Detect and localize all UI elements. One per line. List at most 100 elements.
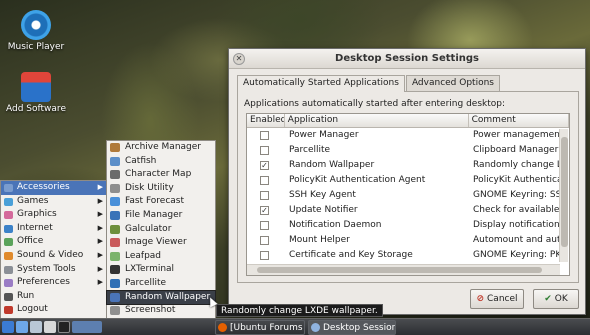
workspace-switcher[interactable] <box>72 321 102 333</box>
submenu-arrow-icon: ▶ <box>97 196 103 205</box>
submenu-item-label: Fast Forecast <box>125 196 185 207</box>
table-row[interactable]: Mount Helper Automount and autor <box>247 233 569 248</box>
music-player-icon <box>21 10 51 40</box>
enabled-cell: ✓ <box>247 158 285 173</box>
table-row[interactable]: Notification Daemon Display notifications <box>247 218 569 233</box>
submenu-item-character-map[interactable]: Character Map <box>107 168 215 182</box>
enabled-cell <box>247 218 285 233</box>
menu-item-label: System Tools <box>17 263 76 274</box>
taskbar-task-firefox[interactable]: [Ubuntu Forums - ... <box>215 320 305 335</box>
menu-item-run[interactable]: Run <box>1 290 107 304</box>
horizontal-scrollbar[interactable] <box>247 264 560 275</box>
ok-button[interactable]: ✔ OK <box>533 289 579 309</box>
submenu-item-image-viewer[interactable]: Image Viewer <box>107 236 215 250</box>
enabled-checkbox[interactable] <box>260 131 269 140</box>
submenu-item-leafpad[interactable]: Leafpad <box>107 250 215 264</box>
horizontal-scroll-thumb[interactable] <box>257 267 542 273</box>
enabled-checkbox[interactable] <box>260 236 269 245</box>
submenu-item-lxterminal[interactable]: LXTerminal <box>107 263 215 277</box>
submenu-item-file-manager[interactable]: File Manager <box>107 209 215 223</box>
games-icon <box>4 197 13 206</box>
submenu-item-random-wallpaper[interactable]: Random Wallpaper <box>106 289 216 306</box>
enabled-checkbox[interactable]: ✓ <box>260 161 269 170</box>
menu-item-office[interactable]: Office ▶ <box>1 235 107 249</box>
enabled-checkbox[interactable] <box>260 251 269 260</box>
firefox-icon <box>218 323 227 332</box>
start-menu-icon[interactable] <box>2 321 14 333</box>
submenu-item-label: File Manager <box>125 209 183 220</box>
comment-cell: PolicyKit Authentica <box>473 175 560 185</box>
enabled-checkbox[interactable] <box>260 191 269 200</box>
cancel-icon: ⊘ <box>476 294 485 304</box>
file-manager-launcher-icon[interactable] <box>30 321 42 333</box>
table-row[interactable]: Certificate and Key Storage GNOME Keyring… <box>247 248 569 263</box>
table-row[interactable]: Power Manager Power management f <box>247 128 569 143</box>
vertical-scroll-thumb[interactable] <box>561 137 568 247</box>
table-row[interactable]: Parcellite Clipboard Manager <box>247 143 569 158</box>
submenu-item-galculator[interactable]: Galculator <box>107 223 215 237</box>
menu-item-graphics[interactable]: Graphics ▶ <box>1 208 107 222</box>
taskbar-task-session-settings[interactable]: Desktop Session S... <box>308 320 396 335</box>
ok-icon: ✔ <box>544 294 552 304</box>
table-row[interactable]: SSH Key Agent GNOME Keyring: SSH <box>247 188 569 203</box>
column-header-application[interactable]: Application <box>285 114 469 127</box>
menu-item-label: Games <box>17 195 49 206</box>
dialog-titlebar[interactable]: ✕ Desktop Session Settings <box>229 49 585 69</box>
leafpad-icon <box>110 251 120 261</box>
submenu-arrow-icon: ▶ <box>97 210 103 219</box>
enabled-checkbox[interactable] <box>260 221 269 230</box>
cancel-button[interactable]: ⊘ Cancel <box>470 289 524 309</box>
enabled-checkbox[interactable]: ✓ <box>260 206 269 215</box>
sound-video-icon <box>4 251 13 260</box>
submenu-item-label: Leafpad <box>125 250 162 261</box>
submenu-item-catfish[interactable]: Catfish <box>107 155 215 169</box>
enabled-checkbox[interactable] <box>260 176 269 185</box>
menu-item-accessories[interactable]: Accessories ▶ <box>1 181 107 195</box>
desktop-icon-music-player[interactable]: Music Player <box>4 10 68 52</box>
terminal-launcher-icon[interactable] <box>58 321 70 333</box>
column-header-enabled[interactable]: Enabled <box>247 114 285 127</box>
comment-cell: GNOME Keyring: PKCS <box>473 250 560 260</box>
submenu-item-label: Disk Utility <box>125 182 174 193</box>
internet-icon <box>4 224 13 233</box>
submenu-item-archive-manager[interactable]: Archive Manager <box>107 141 215 155</box>
submenu-item-label: Catfish <box>125 155 157 166</box>
table-row[interactable]: ✓ Random Wallpaper Randomly change LXD <box>247 158 569 173</box>
submenu-item-parcellite[interactable]: Parcellite <box>107 277 215 291</box>
desktop-icon-label: Music Player <box>7 42 65 52</box>
tab-autostart[interactable]: Automatically Started Applications <box>237 75 405 92</box>
disk-utility-icon <box>110 183 120 193</box>
menu-item-preferences[interactable]: Preferences ▶ <box>1 276 107 290</box>
comment-cell: Display notifications <box>473 220 560 230</box>
menu-item-internet[interactable]: Internet ▶ <box>1 222 107 236</box>
main-menu: Accessories ▶ Games ▶ Graphics ▶ Internet ▶ Offi… <box>0 180 108 320</box>
search-icon[interactable] <box>44 321 56 333</box>
comment-cell: Randomly change LXD <box>473 160 560 170</box>
menu-item-games[interactable]: Games ▶ <box>1 195 107 209</box>
taskbar: [Ubuntu Forums - ... Desktop Session S..… <box>0 318 590 335</box>
column-header-comment[interactable]: Comment <box>469 114 569 127</box>
cancel-label: Cancel <box>487 294 518 304</box>
image-viewer-icon <box>110 238 120 248</box>
menu-item-sound-video[interactable]: Sound & Video ▶ <box>1 249 107 263</box>
accessories-icon <box>4 184 13 192</box>
graphics-icon <box>4 211 13 220</box>
desktop-icon-add-software[interactable]: Add Software <box>4 72 68 114</box>
submenu-item-screenshot[interactable]: Screenshot <box>107 304 215 318</box>
submenu-item-fast-forecast[interactable]: Fast Forecast <box>107 195 215 209</box>
menu-item-system-tools[interactable]: System Tools ▶ <box>1 263 107 277</box>
enabled-cell <box>247 188 285 203</box>
enabled-checkbox[interactable] <box>260 146 269 155</box>
menu-item-logout[interactable]: Logout <box>1 303 107 317</box>
close-icon[interactable]: ✕ <box>233 53 245 65</box>
submenu-arrow-icon: ▶ <box>97 250 103 259</box>
submenu-item-disk-utility[interactable]: Disk Utility <box>107 182 215 196</box>
tab-advanced-options[interactable]: Advanced Options <box>405 75 500 91</box>
table-body: Power Manager Power management f Parcellit… <box>247 128 569 263</box>
vertical-scrollbar[interactable] <box>559 129 568 262</box>
autostart-table[interactable]: Enabled Application Comment Power Manage… <box>246 113 570 276</box>
table-row[interactable]: PolicyKit Authentication Agent PolicyKit … <box>247 173 569 188</box>
add-software-icon <box>21 72 51 102</box>
table-row[interactable]: ✓ Update Notifier Check for available up <box>247 203 569 218</box>
show-desktop-icon[interactable] <box>16 321 28 333</box>
